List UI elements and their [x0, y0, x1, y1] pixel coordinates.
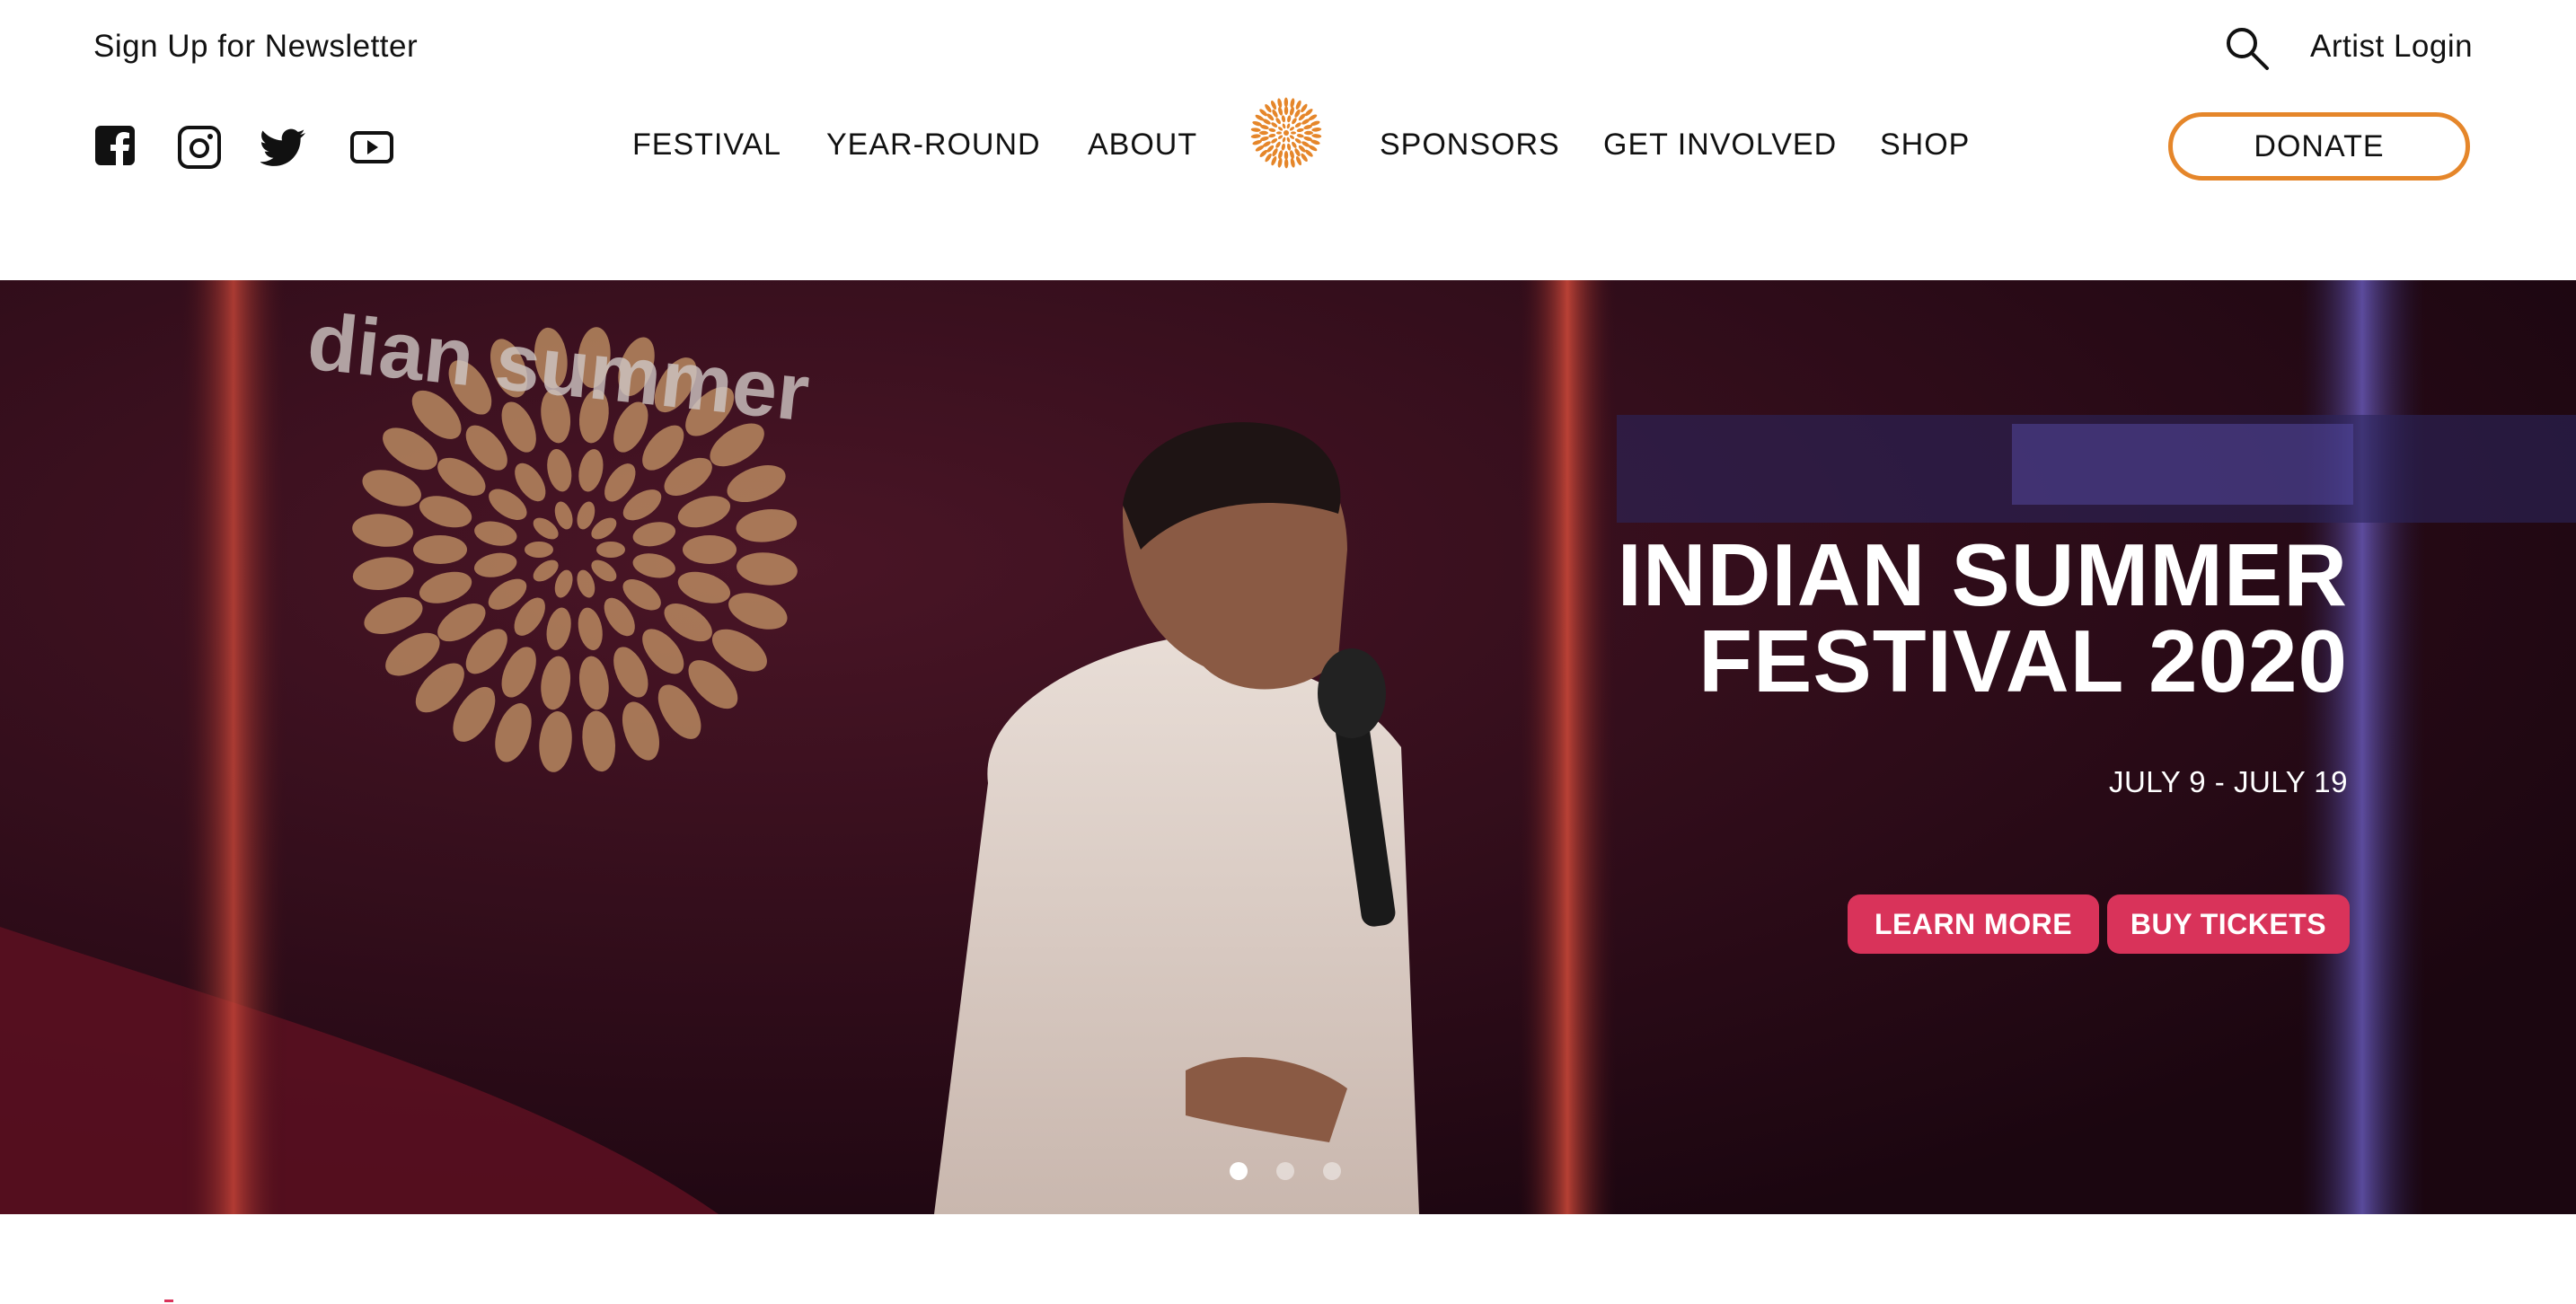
hero-background-image: dian summer — [0, 280, 2576, 1214]
hero-carousel: dian summer INDIAN SUMMER FESTIVAL 2020 … — [0, 280, 2576, 1214]
sunburst-logo-icon[interactable] — [1250, 97, 1322, 169]
nav-about[interactable]: ABOUT — [1088, 128, 1197, 163]
nav-shop[interactable]: SHOP — [1880, 128, 1970, 163]
learn-more-button[interactable]: LEARN MORE — [1848, 894, 2099, 954]
nav-get-involved[interactable]: GET INVOLVED — [1603, 128, 1837, 163]
hero-title: INDIAN SUMMER FESTIVAL 2020 — [1617, 525, 2348, 710]
newsletter-signup-link[interactable]: Sign Up for Newsletter — [93, 29, 418, 65]
carousel-dot-1[interactable] — [1230, 1162, 1248, 1180]
nav-year-round[interactable]: YEAR-ROUND — [826, 128, 1041, 163]
section-accent-mark — [164, 1300, 173, 1302]
instagram-icon[interactable] — [176, 124, 223, 171]
carousel-dot-2[interactable] — [1276, 1162, 1294, 1180]
artist-login-link[interactable]: Artist Login — [2310, 29, 2473, 65]
donate-button[interactable]: DONATE — [2168, 112, 2470, 181]
buy-tickets-button[interactable]: BUY TICKETS — [2107, 894, 2350, 954]
nav-sponsors[interactable]: SPONSORS — [1380, 128, 1560, 163]
youtube-icon[interactable] — [348, 124, 395, 171]
facebook-icon[interactable] — [93, 124, 140, 171]
hero-dates: JULY 9 - JULY 19 — [2108, 765, 2348, 798]
carousel-dot-3[interactable] — [1323, 1162, 1341, 1180]
hero-title-line-2: FESTIVAL 2020 — [1698, 612, 2348, 710]
nav-festival[interactable]: FESTIVAL — [632, 128, 781, 163]
search-icon[interactable] — [2224, 25, 2271, 72]
twitter-icon[interactable] — [260, 124, 307, 171]
hero-title-line-1: INDIAN SUMMER — [1617, 525, 2348, 624]
